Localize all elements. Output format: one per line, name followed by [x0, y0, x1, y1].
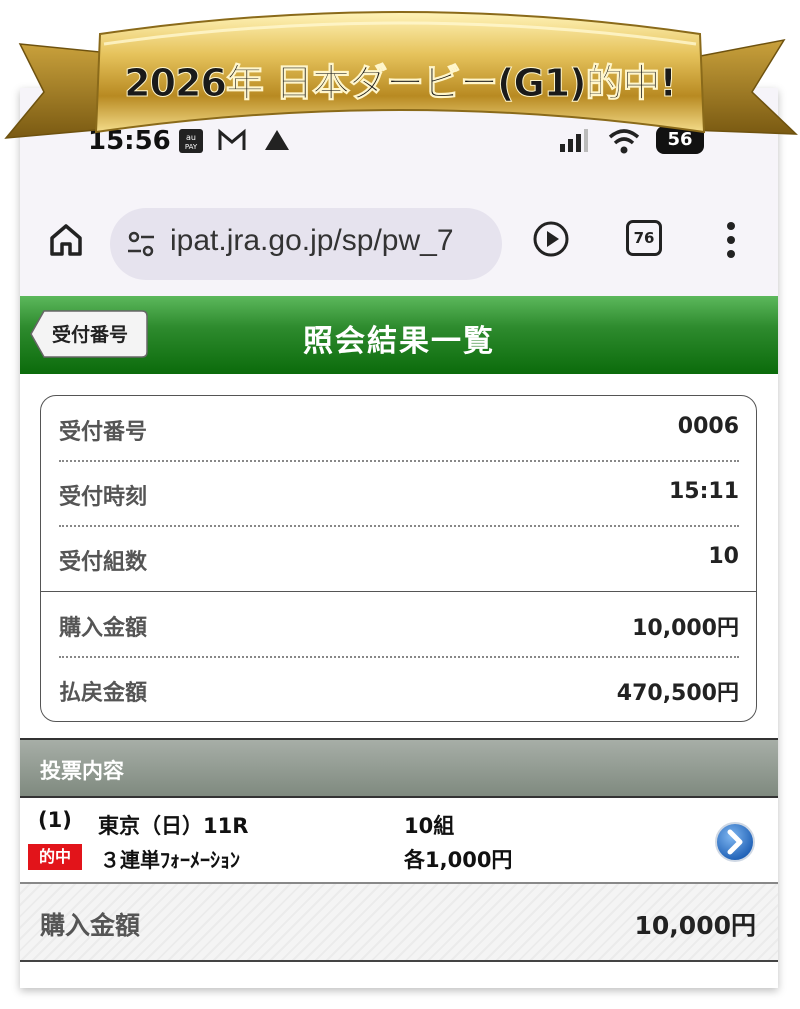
summary-row: 受付時刻 15:11: [59, 461, 739, 527]
chevron-right-icon[interactable]: [714, 821, 756, 863]
summary-label: 受付時刻: [59, 485, 148, 510]
browser-toolbar: ipat.jra.go.jp/sp/pw_7 76: [20, 198, 778, 296]
bet-count: 10組: [404, 814, 455, 838]
summary-row: 受付組数 10: [59, 526, 739, 592]
summary-label: 受付番号: [59, 420, 148, 445]
hit-badge: 的中: [28, 844, 82, 870]
bet-list-item[interactable]: (1) 東京（日）11R 10組 的中 ３連単ﾌｫｰﾒｰｼｮﾝ 各1,000円: [20, 798, 778, 882]
bet-unit-amount: 各1,000円: [404, 848, 513, 872]
more-menu-icon[interactable]: [720, 218, 742, 262]
total-label: 購入金額: [40, 911, 141, 940]
bet-number: (1): [38, 808, 72, 832]
total-row: 購入金額 10,000円: [20, 882, 778, 962]
summary-label: 購入金額: [59, 616, 148, 641]
url-text: ipat.jra.go.jp/sp/pw_7: [170, 224, 454, 257]
bet-race: 東京（日）11R: [98, 814, 249, 838]
summary-row: 払戻金額 470,500円: [59, 657, 739, 723]
summary-value: 10,000円: [632, 616, 739, 641]
bet-type: ３連単ﾌｫｰﾒｰｼｮﾝ: [100, 848, 240, 872]
play-icon[interactable]: [532, 220, 570, 258]
summary-value: 15:11: [668, 479, 739, 504]
summary-card: 受付番号 0006 受付時刻 15:11 受付組数 10 購入金額 10,000…: [40, 395, 757, 722]
tab-switcher-button[interactable]: 76: [626, 220, 662, 256]
summary-label: 受付組数: [59, 550, 148, 575]
section-header: 投票内容: [20, 738, 778, 798]
summary-value: 10: [708, 544, 739, 569]
summary-value: 0006: [677, 414, 739, 439]
summary-row: 受付番号 0006: [59, 396, 739, 462]
address-bar[interactable]: ipat.jra.go.jp/sp/pw_7: [110, 208, 502, 280]
page-title: 照会結果一覧: [303, 324, 495, 359]
page-header: 受付番号 照会結果一覧: [20, 296, 778, 374]
home-icon[interactable]: [46, 220, 86, 260]
phone-screen: 15:56 au PAY 56 ipat.jra.go.jp/sp/pw_7 7…: [20, 88, 778, 988]
tab-count: 76: [633, 229, 655, 247]
summary-value: 470,500円: [616, 681, 739, 706]
site-settings-icon[interactable]: [126, 230, 156, 258]
banner-text: 2026年 日本ダービー(G1)的中!: [124, 61, 676, 105]
total-value: 10,000円: [634, 911, 756, 940]
section-title: 投票内容: [40, 759, 124, 783]
ribbon-banner: 2026年 日本ダービー(G1)的中!: [4, 11, 798, 139]
summary-label: 払戻金額: [59, 681, 148, 706]
summary-row: 購入金額 10,000円: [59, 592, 739, 658]
